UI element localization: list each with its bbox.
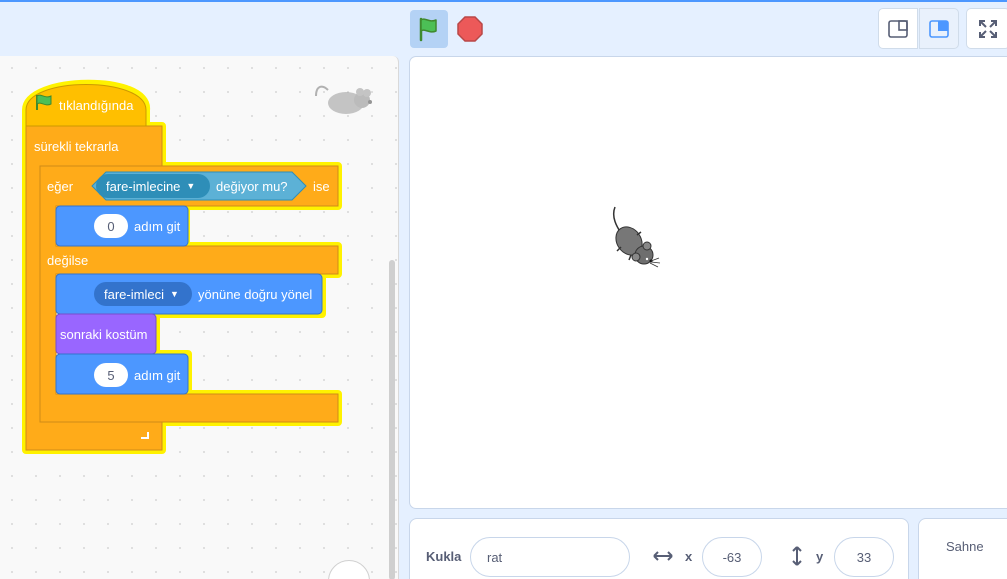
- stage-header: [0, 2, 1007, 56]
- small-stage-button[interactable]: [878, 8, 918, 49]
- stage[interactable]: [409, 56, 1007, 509]
- stage-selector-label: Sahne: [946, 539, 984, 554]
- normal-stage-icon: [929, 19, 949, 38]
- next-costume-label: sonraki kostüm: [60, 327, 148, 342]
- sprite-name-input[interactable]: rat: [470, 537, 630, 577]
- move-label-2: adım git: [134, 368, 181, 383]
- sensing-menu[interactable]: fare-imlecine ▼: [96, 174, 210, 198]
- x-input[interactable]: -63: [702, 537, 762, 577]
- forever-label: sürekli tekrarla: [34, 139, 119, 154]
- fullscreen-icon: [979, 19, 997, 38]
- y-input[interactable]: 33: [834, 537, 894, 577]
- workspace-scrollbar[interactable]: [389, 260, 395, 579]
- point-menu[interactable]: fare-imleci ▼: [94, 282, 192, 306]
- steps-input-2[interactable]: 5: [94, 363, 128, 387]
- green-flag-button[interactable]: [410, 10, 448, 48]
- horizontal-arrows-icon: [653, 551, 673, 561]
- if-label: eğer: [47, 179, 74, 194]
- script-blocks-canvas: [22, 79, 342, 454]
- x-label: x: [685, 549, 693, 564]
- then-label: ise: [313, 179, 330, 194]
- hat-label: tıklandığında: [59, 98, 134, 113]
- sensing-menu-value: fare-imlecine: [106, 178, 181, 194]
- normal-stage-button[interactable]: [919, 8, 959, 49]
- sprite-name-label: Kukla: [426, 549, 462, 564]
- fullscreen-button[interactable]: [966, 8, 1007, 49]
- vertical-arrows-icon: [792, 546, 802, 566]
- stop-button[interactable]: [451, 10, 489, 48]
- dropdown-arrow-icon: ▼: [169, 289, 179, 299]
- small-stage-icon: [888, 19, 908, 38]
- point-label: yönüne doğru yönel: [198, 287, 313, 302]
- dropdown-arrow-icon: ▼: [186, 181, 196, 191]
- rat-sprite[interactable]: [607, 205, 663, 273]
- stop-icon: [457, 16, 483, 42]
- steps-input-1[interactable]: 0: [94, 214, 128, 238]
- green-flag-icon: [419, 17, 437, 42]
- point-menu-value: fare-imleci: [104, 286, 164, 302]
- sprite-info-panel: Kukla rat x -63 y 33: [409, 518, 909, 579]
- stage-selector-panel[interactable]: Sahne: [918, 518, 1007, 579]
- scratch-editor: tıklandığında sürekli tekrarla eğer fare…: [0, 0, 1007, 579]
- move-label-1: adım git: [134, 219, 181, 234]
- else-label: değilse: [47, 253, 89, 268]
- sensing-label: değiyor mu?: [216, 179, 288, 194]
- code-workspace[interactable]: tıklandığında sürekli tekrarla eğer fare…: [0, 56, 399, 579]
- y-label: y: [816, 549, 824, 564]
